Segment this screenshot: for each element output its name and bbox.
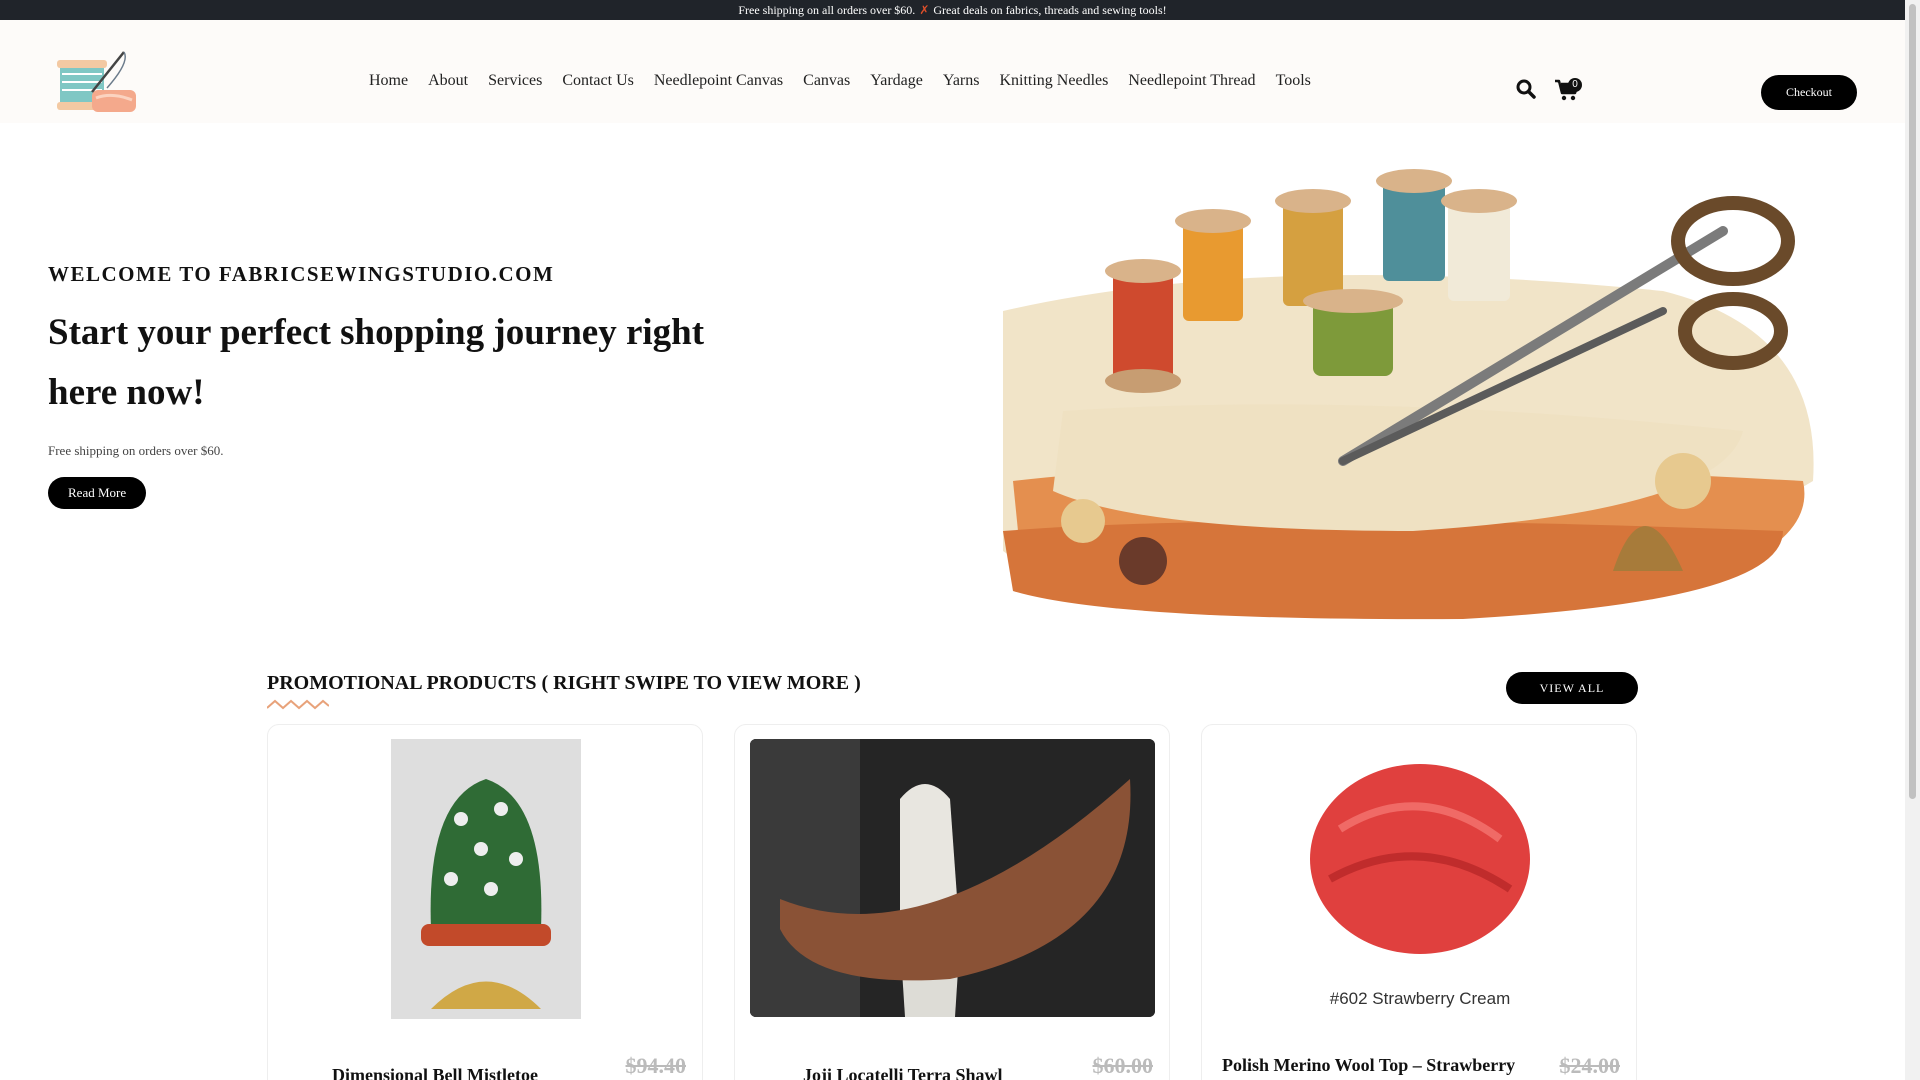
product-card[interactable]: Joji Locatelli Terra Shawl $60.00 bbox=[734, 724, 1170, 1080]
product-old-price: $94.40 bbox=[625, 1053, 687, 1078]
promo-section-title: PROMOTIONAL PRODUCTS ( RIGHT SWIPE TO VI… bbox=[267, 672, 861, 694]
product-name[interactable]: Dimensional Bell Mistletoe bbox=[332, 1065, 538, 1080]
nav-home[interactable]: Home bbox=[369, 72, 408, 90]
checkout-button[interactable]: Checkout bbox=[1761, 75, 1857, 110]
product-name[interactable]: Joji Locatelli Terra Shawl bbox=[803, 1065, 1003, 1080]
nav-needlepoint-thread[interactable]: Needlepoint Thread bbox=[1128, 72, 1255, 90]
product-image-caption: #602 Strawberry Cream bbox=[1329, 989, 1511, 1008]
nav-services[interactable]: Services bbox=[488, 72, 542, 90]
hero-section: WELCOME TO FABRICSEWINGSTUDIO.COM Start … bbox=[48, 262, 768, 509]
product-old-price: $24.00 bbox=[1559, 1053, 1621, 1078]
close-icon[interactable]: ✗ bbox=[919, 3, 929, 18]
announcement-left: Free shipping on all orders over $60. bbox=[738, 2, 916, 17]
product-old-price: $60.00 bbox=[1092, 1053, 1154, 1078]
thread-spool-needle-icon[interactable] bbox=[52, 42, 142, 124]
nav-about[interactable]: About bbox=[428, 72, 468, 90]
nav-contact-us[interactable]: Contact Us bbox=[562, 72, 634, 90]
product-name[interactable]: Polish Merino Wool Top – Strawberry bbox=[1222, 1055, 1515, 1076]
site-header: Home About Services Contact Us Needlepoi… bbox=[0, 20, 1905, 123]
product-card[interactable]: #602 Strawberry Cream Polish Merino Wool… bbox=[1201, 724, 1637, 1080]
announcement-right: Great deals on fabrics, threads and sewi… bbox=[933, 2, 1167, 17]
product-image[interactable] bbox=[391, 739, 581, 1019]
announcement-bar: Free shipping on all orders over $60. ✗ … bbox=[0, 0, 1905, 20]
hero-welcome: WELCOME TO FABRICSEWINGSTUDIO.COM bbox=[48, 262, 555, 286]
product-card[interactable]: Dimensional Bell Mistletoe $94.40 bbox=[267, 724, 703, 1080]
product-image[interactable]: #602 Strawberry Cream bbox=[1280, 739, 1560, 1017]
nav-yardage[interactable]: Yardage bbox=[870, 72, 923, 90]
page-scrollbar[interactable] bbox=[1905, 0, 1920, 1080]
nav-yarns[interactable]: Yarns bbox=[943, 72, 980, 90]
cart-count-badge: 0 bbox=[1568, 78, 1582, 92]
main-nav: Home About Services Contact Us Needlepoi… bbox=[369, 72, 1331, 90]
nav-knitting-needles[interactable]: Knitting Needles bbox=[999, 72, 1108, 90]
nav-needlepoint-canvas[interactable]: Needlepoint Canvas bbox=[654, 72, 783, 90]
hero-image bbox=[963, 151, 1857, 622]
scrollbar-thumb[interactable] bbox=[1909, 4, 1916, 799]
nav-tools[interactable]: Tools bbox=[1276, 72, 1311, 90]
hero-headline: Start your perfect shopping journey righ… bbox=[48, 312, 705, 413]
search-icon[interactable] bbox=[1515, 78, 1537, 100]
hero-subtext: Free shipping on orders over $60. bbox=[48, 443, 224, 458]
view-all-button[interactable]: VIEW ALL bbox=[1506, 672, 1638, 704]
wave-divider-icon bbox=[267, 699, 329, 710]
product-image[interactable] bbox=[750, 739, 1155, 1017]
nav-canvas[interactable]: Canvas bbox=[803, 72, 850, 90]
read-more-button[interactable]: Read More bbox=[48, 477, 147, 509]
